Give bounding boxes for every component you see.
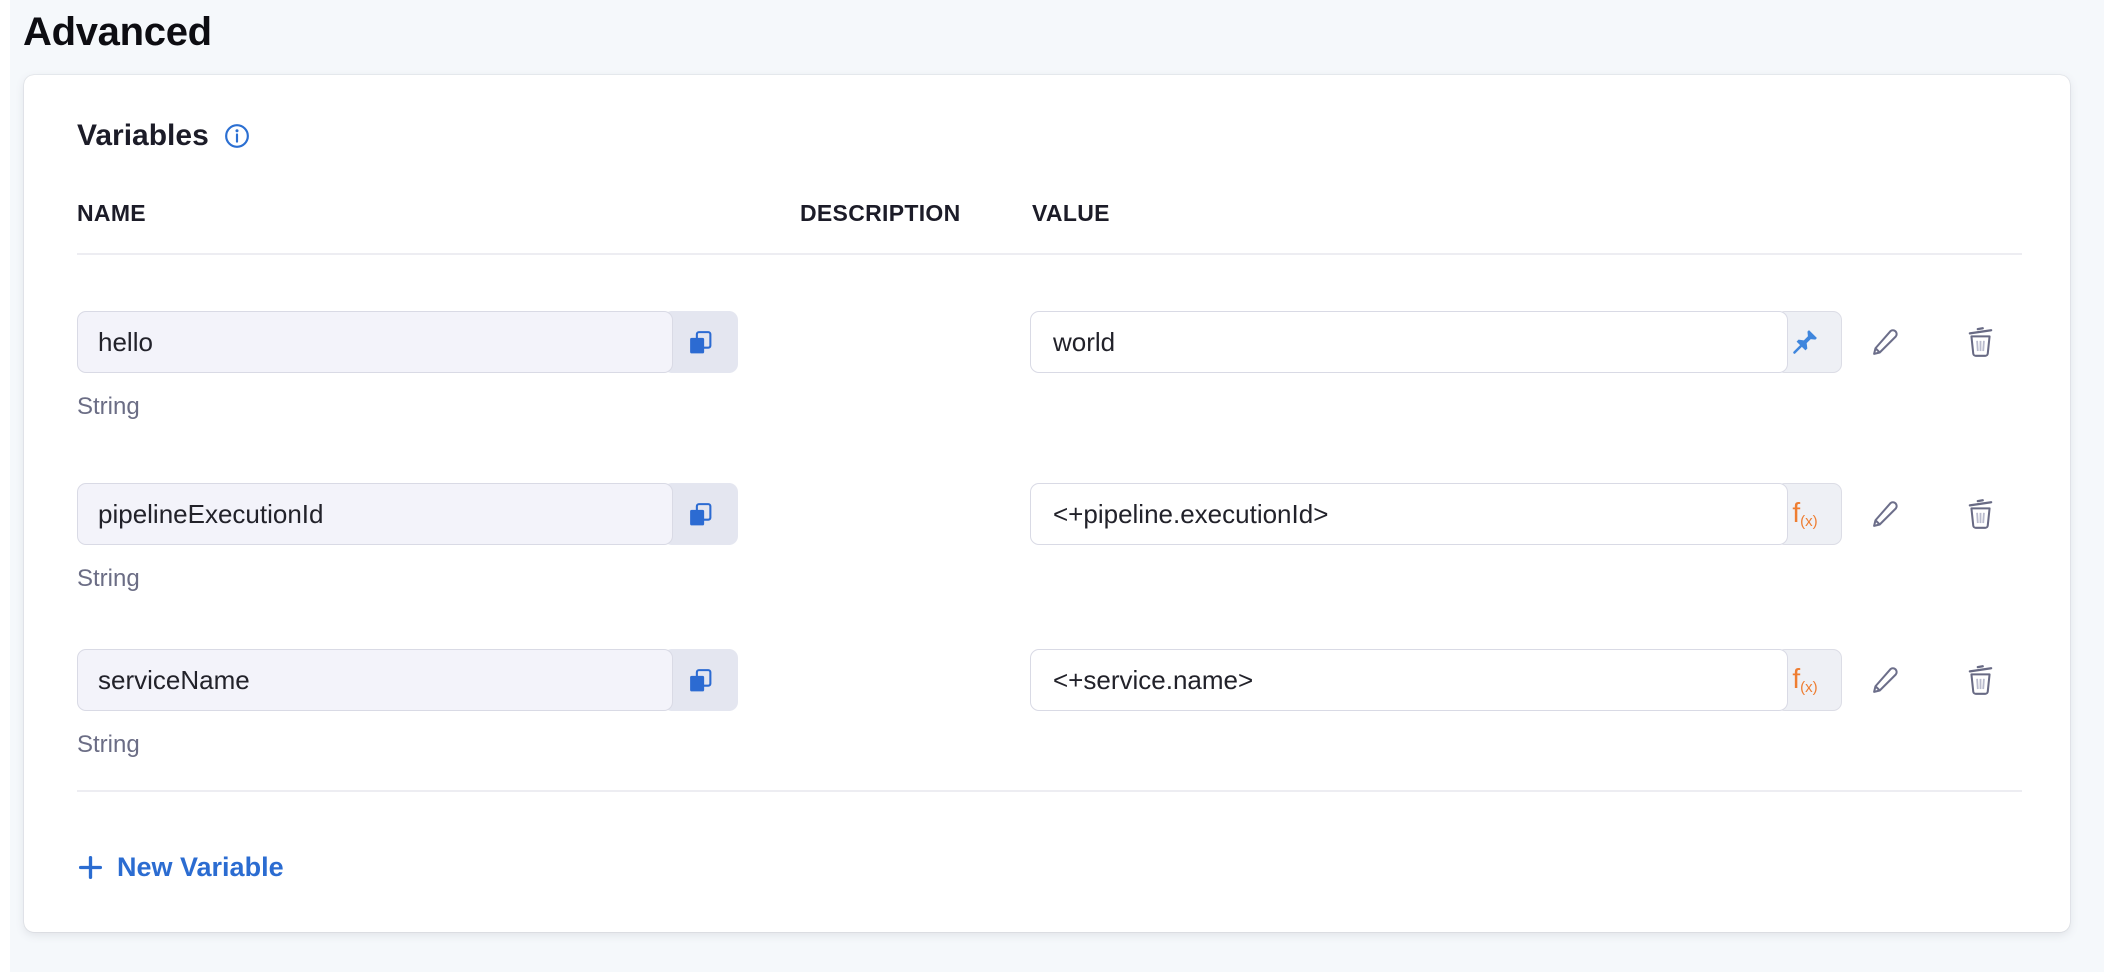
variable-row: String f (x): [77, 483, 2022, 603]
page-title: Advanced: [23, 10, 212, 55]
variable-name-input[interactable]: [77, 649, 673, 711]
column-header-description: DESCRIPTION: [800, 200, 960, 227]
edit-icon[interactable]: [1864, 492, 1908, 536]
variable-name-field: [77, 649, 738, 711]
variable-row: String: [77, 311, 2022, 431]
plus-icon: [77, 854, 104, 881]
edit-icon[interactable]: [1864, 320, 1908, 364]
delete-icon[interactable]: [1958, 658, 2002, 702]
variables-card: Variables NAME DESCRIPTION VALUE String: [24, 75, 2070, 932]
variable-type-label: String: [77, 393, 140, 421]
variable-type-label: String: [77, 731, 140, 759]
footer-divider: [77, 790, 2022, 792]
header-divider: [77, 253, 2022, 255]
copy-icon[interactable]: [663, 483, 738, 545]
variable-value-field: f (x): [1030, 483, 1842, 545]
copy-icon[interactable]: [663, 649, 738, 711]
variable-type-label: String: [77, 565, 140, 593]
edit-icon[interactable]: [1864, 658, 1908, 702]
variables-title: Variables: [77, 119, 209, 153]
variable-row: String f (x): [77, 649, 2022, 769]
variable-value-input[interactable]: [1030, 649, 1788, 711]
variable-name-input[interactable]: [77, 483, 673, 545]
variable-value-field: [1030, 311, 1842, 373]
copy-icon[interactable]: [663, 311, 738, 373]
variable-value-field: f (x): [1030, 649, 1842, 711]
new-variable-label: New Variable: [117, 852, 284, 883]
variables-header: Variables: [77, 119, 250, 153]
delete-icon[interactable]: [1958, 320, 2002, 364]
left-gutter: [0, 0, 10, 972]
column-header-name: NAME: [77, 200, 146, 227]
variable-value-input[interactable]: [1030, 311, 1788, 373]
variable-value-input[interactable]: [1030, 483, 1788, 545]
variable-name-field: [77, 483, 738, 545]
variable-name-input[interactable]: [77, 311, 673, 373]
variable-name-field: [77, 311, 738, 373]
new-variable-button[interactable]: New Variable: [77, 847, 284, 887]
delete-icon[interactable]: [1958, 492, 2002, 536]
info-icon[interactable]: [224, 123, 250, 149]
column-header-value: VALUE: [1032, 200, 1110, 227]
